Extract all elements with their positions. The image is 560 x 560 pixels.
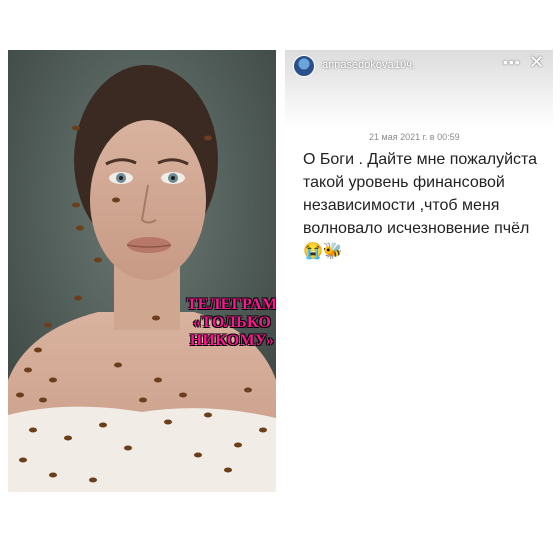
overlay-line-3: НИКОМУ» [189,332,275,349]
more-dots-icon[interactable]: ••• [503,54,521,70]
avatar[interactable] [293,55,315,77]
username[interactable]: annasedokova [322,59,394,71]
portrait-photo: ТЕЛЕГРАМ «ТОЛЬКО НИКОМУ» [8,50,276,492]
story-time: 10ч. [394,59,416,71]
overlay-line-1: ТЕЛЕГРАМ [186,296,276,313]
portrait-illustration [8,50,276,492]
story-header: annasedokova 10ч. ••• ✕ [285,50,553,128]
close-icon[interactable]: ✕ [529,52,544,73]
post-date: 21 мая 2021 г. в 00:59 [369,132,460,142]
post-text: О Боги . Дайте мне пожалуйста такой уров… [303,151,538,260]
overlay-line-2: «ТОЛЬКО [192,314,272,331]
overlay-caption: ТЕЛЕГРАМ «ТОЛЬКО НИКОМУ» [176,296,276,350]
instagram-story: annasedokova 10ч. ••• ✕ 21 мая 2021 г. в… [285,50,553,492]
